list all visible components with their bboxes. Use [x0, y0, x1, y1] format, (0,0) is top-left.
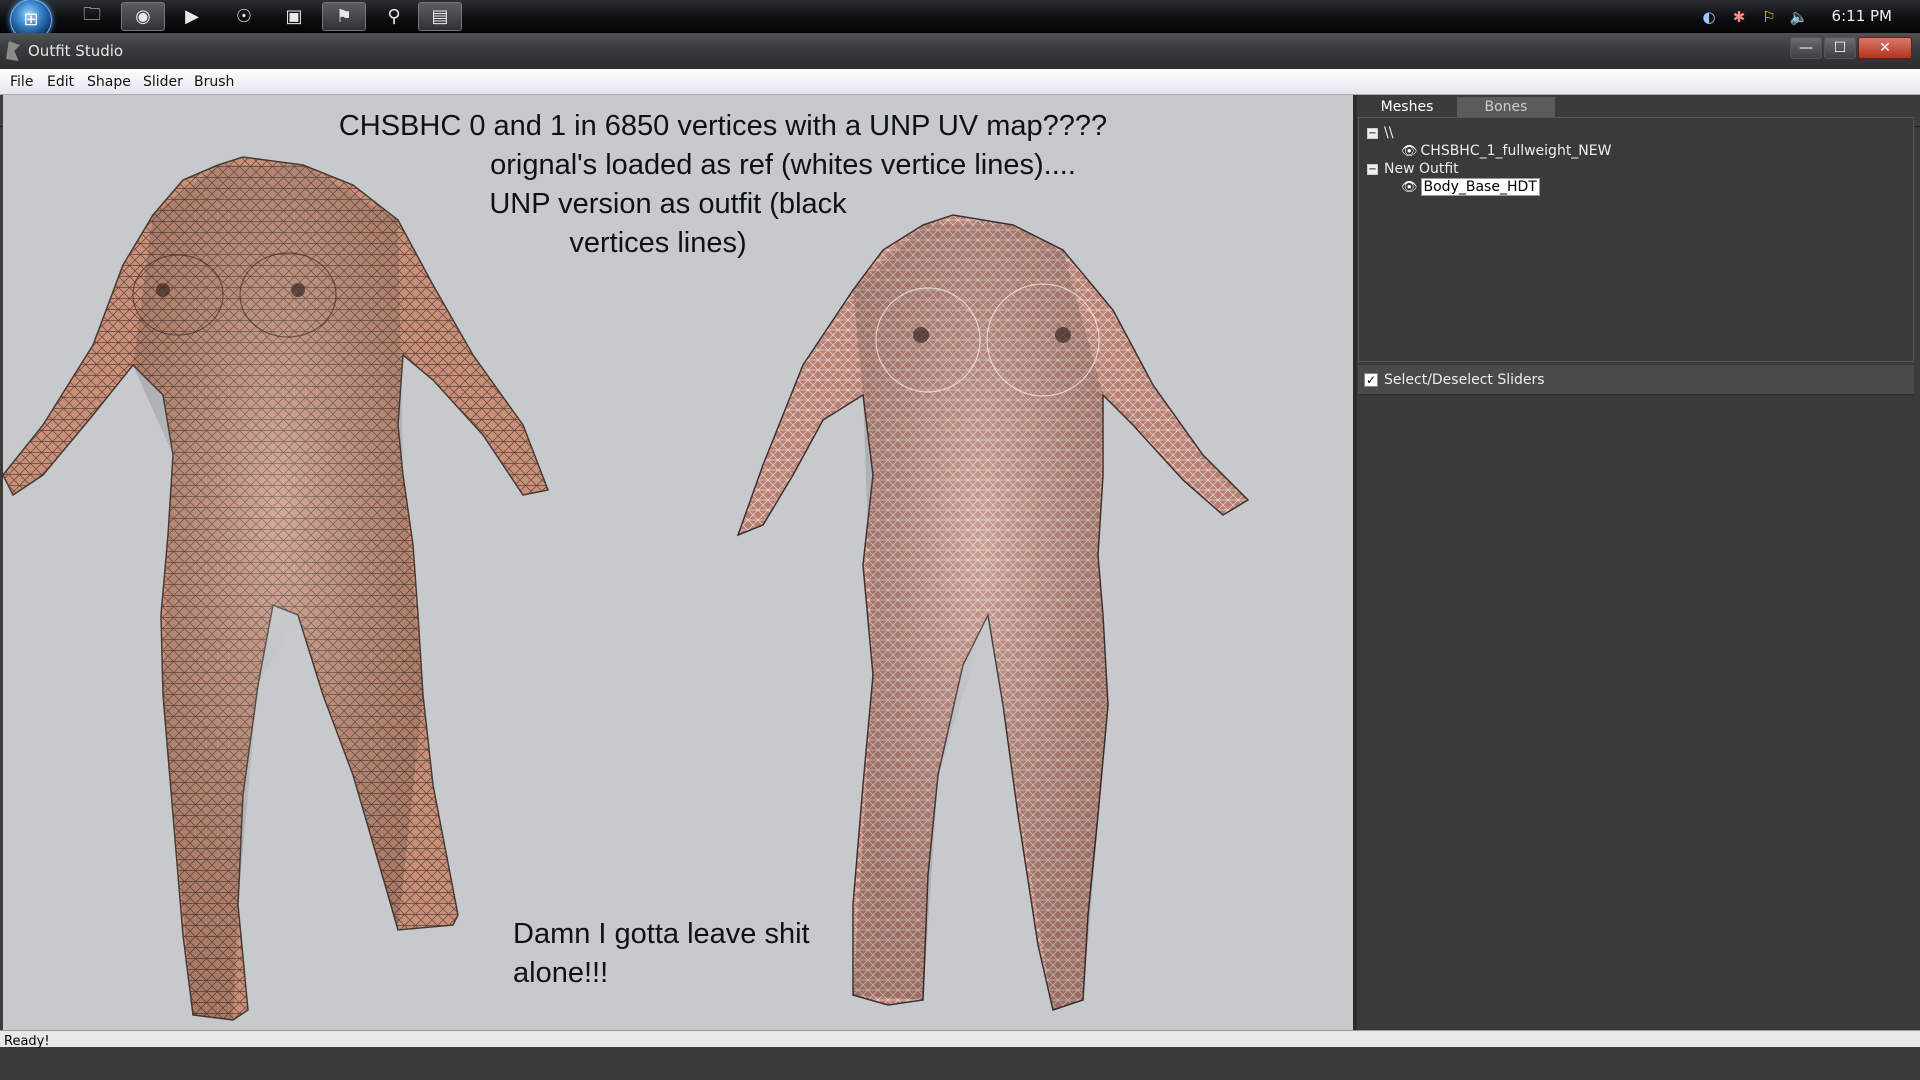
tree-node-label: \\ [1384, 125, 1394, 141]
app-gear-icon[interactable]: ⚲ [372, 2, 416, 31]
file-explorer-icon[interactable]: 🗀 [70, 2, 114, 31]
app-icon [6, 41, 20, 61]
3d-viewport[interactable]: CHSBHC 0 and 1 in 6850 vertices with a U… [3, 95, 1353, 1030]
annotation-top: CHSBHC 0 and 1 in 6850 vertices with a U… [323, 107, 1123, 263]
annotation-line-1: CHSBHC 0 and 1 in 6850 vertices with a U… [338, 110, 1108, 142]
title-bar[interactable]: Outfit Studio — ☐ ✕ [0, 33, 1920, 69]
annotation-line-4: vertices lines) [569, 227, 747, 259]
tree-item-label: Body_Base_HDT [1420, 178, 1540, 196]
menu-bar: File Edit Shape Slider Brush [0, 69, 1920, 95]
slider-header: ✓ Select/Deselect Sliders [1358, 365, 1914, 395]
tree-node-label: New Outfit [1384, 161, 1459, 177]
collapse-icon[interactable]: − [1367, 127, 1378, 139]
select-sliders-checkbox[interactable]: ✓ [1364, 373, 1378, 387]
menu-slider[interactable]: Slider [143, 74, 183, 90]
tab-meshes[interactable]: Meshes [1358, 97, 1456, 117]
menu-shape[interactable]: Shape [87, 74, 131, 90]
tree-node-outfit[interactable]: − New Outfit [1367, 161, 1459, 177]
tree-item-outfit-mesh[interactable]: 👁 Body_Base_HDT [1401, 178, 1540, 196]
status-bar: Ready! [0, 1030, 1920, 1049]
firefox-icon[interactable]: ◉ [121, 2, 165, 31]
outfit-body-mesh [3, 156, 550, 1021]
slider-list[interactable] [1358, 395, 1914, 1030]
panel-splitter[interactable] [1353, 95, 1357, 1030]
system-clock[interactable]: 6:11 PM [1832, 7, 1892, 25]
tree-node-reference[interactable]: − \\ [1367, 125, 1393, 141]
tab-bones[interactable]: Bones [1457, 97, 1555, 117]
window-title: Outfit Studio [28, 42, 124, 60]
media-player-icon[interactable]: ▶ [170, 2, 214, 31]
app-monitor-icon[interactable]: ▤ [418, 2, 462, 31]
start-button[interactable]: ⊞ [5, 0, 57, 41]
app-window-icon[interactable]: ▣ [272, 2, 316, 31]
maximize-button[interactable]: ☐ [1824, 37, 1856, 59]
annotation-line-2: orignal's loaded as ref (whites vertice … [490, 149, 1076, 181]
collapse-icon[interactable]: − [1367, 163, 1378, 175]
annotation-line-3: UNP version as outfit (black [489, 188, 847, 220]
reference-body-mesh [736, 214, 1250, 1011]
select-sliders-label: Select/Deselect Sliders [1384, 372, 1545, 388]
annotation-bottom: Damn I gotta leave shit alone!!! [513, 915, 833, 993]
steam-icon[interactable]: ◐ [1698, 6, 1720, 28]
close-button[interactable]: ✕ [1858, 37, 1912, 59]
menu-edit[interactable]: Edit [47, 74, 74, 90]
visibility-eye-icon[interactable]: 👁 [1401, 180, 1418, 195]
panel-tabs: Meshes Bones [1357, 95, 1920, 117]
app-c-icon[interactable]: ☉ [222, 2, 266, 31]
volume-icon[interactable]: 🔈 [1788, 6, 1810, 28]
outfit-studio-icon[interactable]: ⚑ [322, 2, 366, 31]
tree-item-reference-mesh[interactable]: 👁 CHSBHC_1_fullweight_NEW [1401, 143, 1611, 159]
tree-item-label: CHSBHC_1_fullweight_NEW [1420, 143, 1612, 159]
annotation-line-6: alone!!! [513, 957, 609, 989]
status-text: Ready! [4, 1034, 50, 1049]
flag-icon[interactable]: ⚐ [1758, 6, 1780, 28]
os-taskbar: ⊞ 🗀 ◉ ▶ ☉ ▣ ⚑ ⚲ ▤ ◐ ✱ ⚐ 🔈 6:11 PM [0, 0, 1920, 41]
annotation-line-5: Damn I gotta leave shit [513, 918, 810, 950]
mesh-tree: − \\ 👁 CHSBHC_1_fullweight_NEW − New Outfit… [1358, 117, 1914, 362]
minimize-button[interactable]: — [1790, 37, 1822, 59]
network-status-icon[interactable]: ✱ [1728, 6, 1750, 28]
menu-file[interactable]: File [10, 74, 33, 90]
menu-brush[interactable]: Brush [194, 74, 234, 90]
visibility-eye-icon[interactable]: 👁 [1401, 144, 1418, 159]
